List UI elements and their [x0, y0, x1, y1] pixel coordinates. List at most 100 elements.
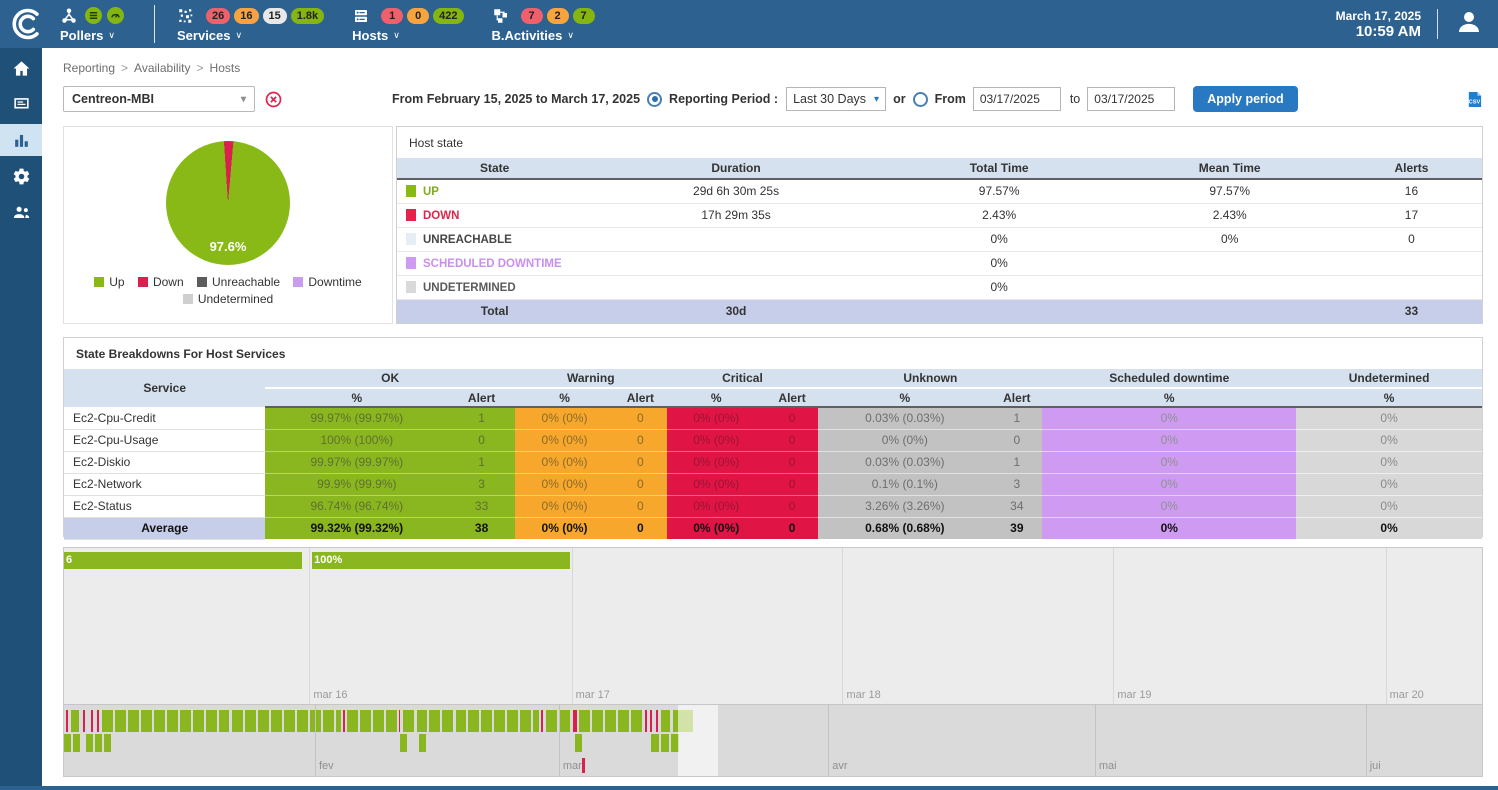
- up-segment: [419, 734, 426, 752]
- from-date-input[interactable]: [973, 87, 1061, 111]
- service-row: Ec2-Network 99.9% (99.9%)3 0% (0%)0 0% (…: [64, 473, 1482, 495]
- up-segment: [193, 710, 204, 732]
- up-segment: [104, 734, 111, 752]
- col-undetermined: Undetermined: [1296, 369, 1482, 388]
- timeline-day-label: mar 17: [572, 689, 610, 701]
- top-navigation: Pollers ∨ 26 16 15 1.8k Services∨: [60, 0, 623, 48]
- reporting-period-radio[interactable]: [647, 92, 662, 107]
- timeline-navigator[interactable]: fevmaravrmaijui: [64, 704, 1482, 776]
- hosts-label: Hosts: [352, 28, 388, 43]
- navigator-row-secondary: [64, 734, 1482, 752]
- ba-ok-badge[interactable]: 7: [573, 8, 595, 24]
- apply-period-button[interactable]: Apply period: [1193, 86, 1297, 112]
- user-icon[interactable]: [1454, 7, 1484, 42]
- centreon-logo[interactable]: [8, 5, 46, 43]
- down-segment: [656, 710, 658, 732]
- sidebar-item-configuration[interactable]: [0, 160, 42, 192]
- service-name[interactable]: Ec2-Diskio: [64, 451, 265, 473]
- up-segment: [559, 710, 570, 732]
- ba-warning-badge[interactable]: 2: [547, 8, 569, 24]
- up-segment: [403, 710, 414, 732]
- service-breakdown-table: Service OK Warning Critical Unknown Sche…: [64, 369, 1482, 540]
- custom-range-radio[interactable]: [913, 92, 928, 107]
- period-select[interactable]: Last 30 Days ▾: [786, 87, 886, 111]
- host-state-panel: Host state State Duration Total Time Mea…: [396, 126, 1483, 324]
- breadcrumb-hosts[interactable]: Hosts: [210, 61, 241, 75]
- nav-services[interactable]: 26 16 15 1.8k Services∨: [177, 6, 324, 43]
- timeline-gridline: [842, 548, 843, 704]
- timeline-day-label: mar 19: [1113, 689, 1151, 701]
- chevron-down-icon: ∨: [108, 30, 115, 41]
- sidebar-item-reporting[interactable]: [0, 124, 42, 156]
- legend-unreachable-swatch: [197, 277, 207, 287]
- poller-list-status-badge[interactable]: [85, 7, 102, 24]
- host-state-row: UP 29d 6h 30m 25s97.57%97.57%16: [397, 179, 1482, 203]
- host-select[interactable]: Centreon-MBI ▾: [63, 86, 255, 112]
- col-scheduled-downtime: Scheduled downtime: [1042, 369, 1296, 388]
- services-warning-badge[interactable]: 16: [234, 8, 258, 24]
- breakdown-title: State Breakdowns For Host Services: [64, 338, 1482, 369]
- nav-hosts[interactable]: 1 0 422 Hosts∨: [352, 6, 463, 43]
- poller-latency-badge[interactable]: [107, 7, 124, 24]
- service-name[interactable]: Ec2-Cpu-Usage: [64, 429, 265, 451]
- up-segment: [360, 710, 371, 732]
- up-segment: [579, 710, 590, 732]
- col-total-time: Total Time: [880, 158, 1119, 179]
- hosts-down-badge[interactable]: 1: [381, 8, 403, 24]
- service-breakdown-panel: State Breakdowns For Host Services Servi…: [63, 337, 1483, 537]
- to-date-input[interactable]: [1087, 87, 1175, 111]
- chevron-down-icon: ▾: [241, 94, 246, 105]
- timeline-day-label: mar 18: [842, 689, 880, 701]
- export-csv-button[interactable]: CSV: [1466, 91, 1483, 108]
- navigator-month-label: mai: [1095, 760, 1117, 772]
- availability-bar: 100%: [312, 552, 570, 569]
- up-segment: [128, 710, 139, 732]
- hosts-up-badge[interactable]: 422: [433, 8, 463, 24]
- state-swatch: [406, 209, 416, 221]
- sidebar-item-monitoring[interactable]: [0, 88, 42, 120]
- services-critical-badge[interactable]: 26: [206, 8, 230, 24]
- hosts-unreachable-badge[interactable]: 0: [407, 8, 429, 24]
- breadcrumb-availability[interactable]: Availability: [134, 61, 190, 75]
- navigator-current-marker: [582, 758, 585, 773]
- clear-host-filter-button[interactable]: [265, 91, 282, 108]
- period-select-value: Last 30 Days: [793, 92, 866, 106]
- clock: March 17, 2025 10:59 AM: [1336, 9, 1421, 40]
- breadcrumb-reporting[interactable]: Reporting: [63, 61, 115, 75]
- nav-bactivities[interactable]: 7 2 7 B.Activities∨: [492, 6, 595, 43]
- up-segment: [456, 710, 467, 732]
- legend-up-swatch: [94, 277, 104, 287]
- pollers-label: Pollers: [60, 28, 103, 43]
- down-segment: [91, 710, 93, 732]
- state-swatch: [406, 281, 416, 293]
- up-segment: [180, 710, 191, 732]
- services-pending-badge[interactable]: 15: [263, 8, 287, 24]
- up-segment: [533, 710, 539, 732]
- sidebar-item-home[interactable]: [0, 52, 42, 84]
- bar-chart-icon: [12, 131, 31, 150]
- services-ok-badge[interactable]: 1.8k: [291, 8, 324, 24]
- service-name[interactable]: Ec2-Status: [64, 495, 265, 517]
- nav-pollers[interactable]: Pollers ∨: [60, 6, 124, 43]
- service-name[interactable]: Ec2-Network: [64, 473, 265, 495]
- host-state-pie-panel: 97.6% Up Down Unreachable Downtime Undet…: [63, 126, 393, 324]
- host-state-row: UNREACHABLE 0%0%0: [397, 227, 1482, 251]
- pie-center-label: 97.6%: [64, 239, 392, 254]
- legend-downtime-swatch: [293, 277, 303, 287]
- legend-up-label: Up: [109, 274, 124, 290]
- up-segment: [347, 710, 358, 732]
- timeline-main-chart[interactable]: mar 16mar 17mar 18mar 19mar 206100%: [64, 548, 1482, 704]
- navigator-selection-window[interactable]: [678, 705, 718, 776]
- service-row: Ec2-Status 96.74% (96.74%)33 0% (0%)0 0%…: [64, 495, 1482, 517]
- sidebar-item-administration[interactable]: [0, 196, 42, 228]
- up-segment: [618, 710, 629, 732]
- col-service: Service: [64, 369, 265, 407]
- up-segment: [507, 710, 518, 732]
- up-segment: [481, 710, 492, 732]
- host-state-row: SCHEDULED DOWNTIME 0%: [397, 251, 1482, 275]
- host-state-row: UNDETERMINED 0%: [397, 275, 1482, 299]
- to-label: to: [1070, 92, 1080, 106]
- up-segment: [323, 710, 334, 732]
- ba-critical-badge[interactable]: 7: [521, 8, 543, 24]
- service-name[interactable]: Ec2-Cpu-Credit: [64, 407, 265, 429]
